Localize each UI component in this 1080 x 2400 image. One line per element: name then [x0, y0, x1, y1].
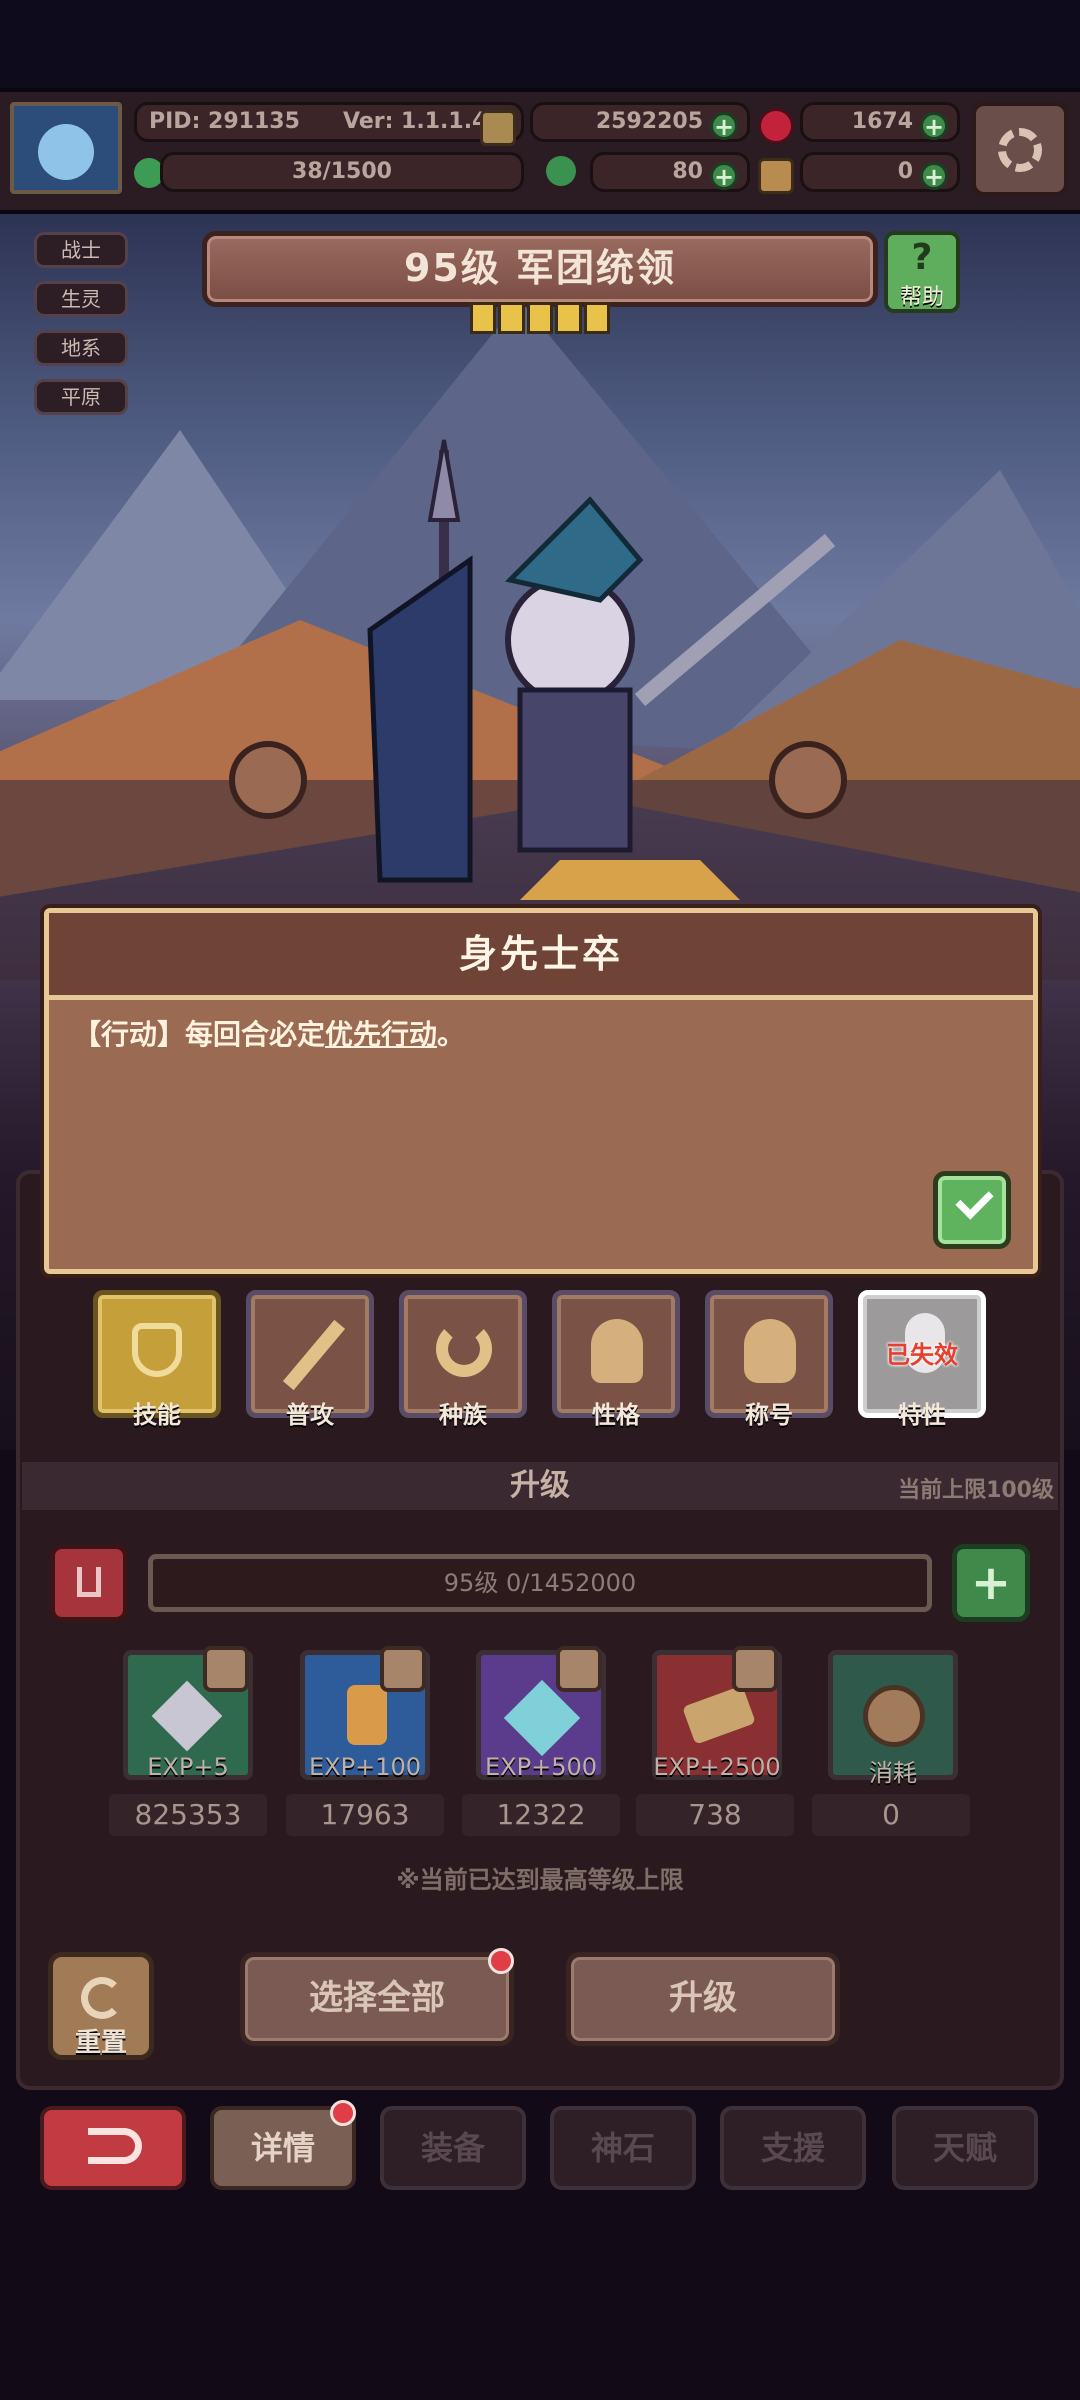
tag-element: 地系	[34, 330, 128, 366]
add-other-currency-button[interactable]: +	[920, 162, 948, 190]
nav-godstone[interactable]: 神石	[550, 2106, 696, 2190]
lock-icon	[556, 1646, 602, 1692]
exp-item-100-label: EXP+100	[309, 1753, 421, 1781]
tag-race: 生灵	[34, 281, 128, 317]
tab-trait-label: 特性	[898, 1401, 946, 1429]
exp-item-5-count: 825353	[109, 1794, 267, 1836]
dialog-keyword-link[interactable]: 优先行动	[325, 1018, 437, 1051]
level-exp-text: 95级 0/1452000	[443, 1569, 637, 1597]
player-avatar[interactable]	[10, 102, 122, 194]
add-exp-button[interactable]: +	[952, 1544, 1030, 1622]
tab-attack-label: 普攻	[286, 1401, 334, 1429]
add-gold-button[interactable]: +	[710, 112, 738, 140]
other-currency-value: 0	[897, 159, 913, 184]
level-exp-bar: 95级 0/1452000	[148, 1554, 932, 1612]
confirm-button[interactable]	[933, 1171, 1011, 1249]
tab-personality-label: 性格	[592, 1401, 640, 1429]
scroll-icon	[758, 158, 794, 194]
consume-item-label: 消耗	[869, 1759, 917, 1787]
hero-title-banner: 95级 军团统领	[202, 231, 878, 307]
lock-icon	[203, 1646, 249, 1692]
head-silhouette-icon	[591, 1319, 643, 1383]
tag-class: 战士	[34, 232, 128, 268]
exp-item-5-label: EXP+5	[147, 1753, 229, 1781]
menu-coin-icon[interactable]	[480, 110, 516, 146]
potion-icon	[347, 1685, 387, 1745]
dialog-body-suffix: 。	[437, 1018, 466, 1051]
exp-item-500-label: EXP+500	[485, 1753, 597, 1781]
star-icon	[470, 302, 497, 334]
max-level-note: ※当前已达到最高等级上限	[396, 1866, 684, 1894]
next-hero-heart[interactable]	[769, 741, 847, 819]
trait-dialog: 身先士卒 【行动】每回合必定优先行动。	[44, 908, 1038, 1274]
bust-silhouette-icon	[744, 1319, 796, 1383]
status-bar: PID: 291135 Ver: 1.1.1.4 2592205 + 1674 …	[0, 88, 1080, 214]
reset-label: 重置	[74, 2028, 127, 2058]
help-label: 帮助	[899, 285, 944, 310]
star-icon	[498, 302, 525, 334]
exp-item-2500-label: EXP+2500	[653, 1753, 781, 1781]
gems-value: 1674	[851, 109, 913, 134]
reset-button[interactable]: 重置	[48, 1952, 154, 2060]
dialog-title: 身先士卒	[49, 913, 1033, 1000]
stamina-field: 38/1500	[160, 152, 524, 192]
plus-icon: +	[970, 1555, 1012, 1611]
dialog-body: 【行动】每回合必定优先行动。	[73, 1013, 465, 1053]
gold-value: 2592205	[595, 109, 703, 134]
star-rating	[470, 302, 611, 336]
download-arrow-icon	[77, 1567, 101, 1597]
add-clover-button[interactable]: +	[710, 162, 738, 190]
pid-text: PID: 291135	[149, 109, 300, 134]
lock-icon	[732, 1646, 778, 1692]
exp-item-500-count: 12322	[462, 1794, 620, 1836]
help-button[interactable]: ? 帮助	[884, 231, 960, 313]
gear-icon	[998, 128, 1042, 172]
sword-icon	[282, 1319, 346, 1391]
version-text: Ver: 1.1.1.4	[343, 109, 488, 134]
settings-button[interactable]	[972, 102, 1068, 196]
question-icon: ?	[911, 237, 933, 278]
star-icon	[583, 302, 611, 334]
nav-support[interactable]: 支援	[720, 2106, 866, 2190]
refresh-icon	[81, 1977, 123, 2019]
tab-skill-label: 技能	[133, 1401, 181, 1429]
upgrade-button[interactable]: 升级	[566, 1952, 840, 2046]
notification-dot	[330, 2100, 356, 2126]
consume-item-count: 0	[812, 1794, 970, 1836]
clover-value: 80	[672, 159, 703, 184]
back-button[interactable]	[40, 2106, 186, 2190]
cost-coin-icon	[863, 1685, 925, 1747]
gem-icon	[758, 108, 794, 144]
tab-title-label: 称号	[745, 1401, 793, 1429]
lock-icon	[380, 1646, 426, 1692]
add-gems-button[interactable]: +	[920, 112, 948, 140]
clover-icon	[546, 156, 576, 186]
level-cap-text: 当前上限100级	[898, 1478, 1054, 1503]
nav-equipment[interactable]: 装备	[380, 2106, 526, 2190]
star-icon	[555, 302, 582, 334]
notification-dot	[488, 1948, 514, 1974]
star-icon	[526, 302, 554, 334]
exp-item-100-count: 17963	[286, 1794, 444, 1836]
dialog-body-prefix: 【行动】每回合必定	[73, 1018, 326, 1051]
stamina-value: 38/1500	[292, 159, 392, 184]
pid-version-row: PID: 291135 Ver: 1.1.1.4	[134, 102, 524, 142]
expired-badge: 已失效	[886, 1341, 958, 1369]
exp-item-2500-count: 738	[636, 1794, 794, 1836]
tag-terrain: 平原	[34, 379, 128, 415]
tab-race-label: 种族	[439, 1401, 487, 1429]
select-all-button[interactable]: 选择全部	[240, 1952, 514, 2046]
nav-talent[interactable]: 天赋	[892, 2106, 1038, 2190]
horseshoe-icon	[436, 1321, 492, 1377]
return-arrow-icon	[88, 2128, 142, 2164]
scroll-item-icon	[682, 1685, 756, 1745]
heart-shield-icon	[132, 1323, 182, 1377]
prev-hero-heart[interactable]	[229, 741, 307, 819]
downgrade-button[interactable]	[50, 1544, 128, 1622]
check-icon	[955, 1181, 994, 1220]
